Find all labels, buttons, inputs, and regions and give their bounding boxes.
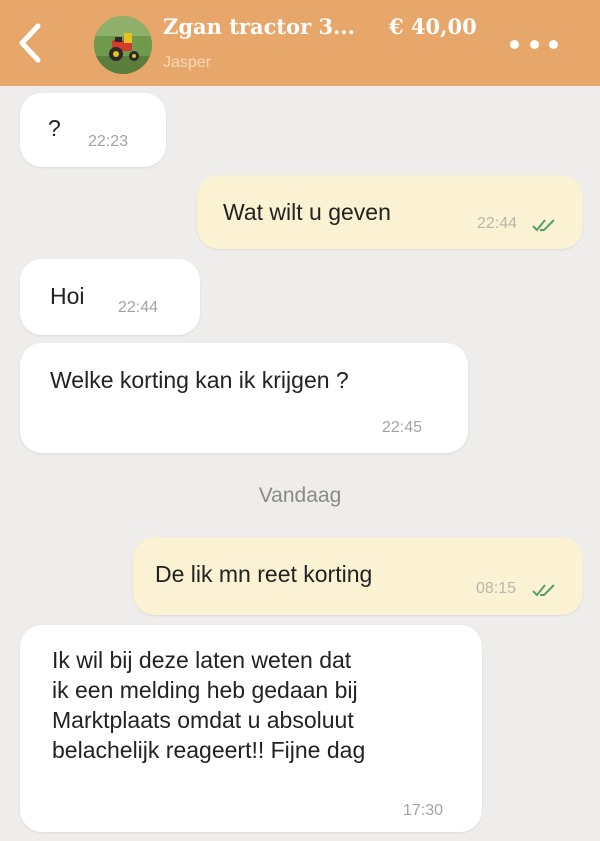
message-line: Ik wil bij deze laten weten dat [52,647,352,673]
message-time: 17:30 [403,802,444,819]
more-horizontal-icon [549,39,558,49]
message-text: Hoi [50,283,85,309]
tractor-thumbnail [94,16,152,74]
double-check-icon [532,219,555,232]
listing-avatar[interactable] [94,16,152,74]
message-time: 22:44 [477,215,518,232]
message-line: ik een melding heb gedaan bij [52,677,358,703]
message-time: 22:45 [382,419,423,436]
contact-name: Jasper [163,54,212,71]
message-outgoing[interactable]: Wat wilt u geven 22:44 [197,175,583,249]
message-line: Marktplaats omdat u absoluut [52,707,354,733]
message-incoming[interactable]: Welke korting kan ik krijgen ? 22:45 [20,343,468,453]
message-incoming[interactable]: Ik wil bij deze laten weten dat ik een m… [20,625,482,832]
message-text: Wat wilt u geven [223,199,391,225]
message-time: 22:23 [88,133,129,150]
message-time: 22:44 [118,299,159,316]
listing-title[interactable]: Zgan tractor 3... [163,14,413,39]
double-check-icon [532,584,555,597]
chevron-left-icon [19,23,41,63]
more-options-button[interactable] [510,32,558,56]
day-separator: Vandaag [258,484,342,507]
message-text: De lik mn reet korting [155,561,373,587]
chat-header: Zgan tractor 3... € 40,00 Jasper [0,0,600,86]
more-horizontal-icon [529,39,539,49]
message-text: Ik wil bij deze laten weten dat ik een m… [52,645,365,765]
message-outgoing[interactable]: De lik mn reet korting 08:15 [133,537,583,615]
more-horizontal-icon [510,39,519,49]
message-incoming[interactable]: Hoi 22:44 [20,259,200,335]
back-button[interactable] [12,20,52,66]
message-text: ? [48,115,61,141]
message-incoming[interactable]: ? 22:23 [20,93,166,167]
message-line: belachelijk reageert!! Fijne dag [52,737,366,763]
message-text: Welke korting kan ik krijgen ? [50,367,349,393]
message-time: 08:15 [476,580,517,597]
listing-price: € 40,00 [389,14,477,39]
